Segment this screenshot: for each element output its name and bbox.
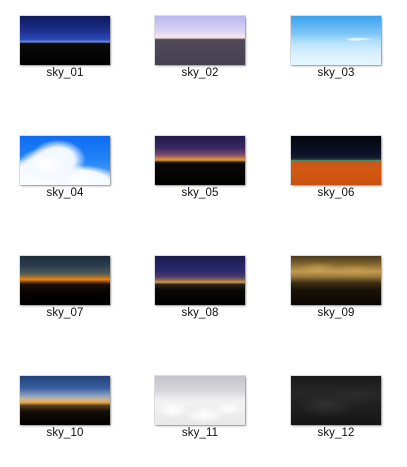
file-name-label: sky_05 [181,187,219,199]
file-item-sky-02[interactable]: sky_02 [139,0,251,106]
file-item-sky-08[interactable]: sky_08 [139,240,251,346]
file-name-label: sky_01 [46,67,84,79]
file-name-label: sky_09 [317,307,355,319]
file-name-label: sky_11 [181,427,219,439]
file-item-sky-06[interactable]: sky_06 [275,120,387,226]
file-item-sky-10[interactable]: sky_10 [4,360,116,466]
file-item-sky-09[interactable]: sky_09 [275,240,387,346]
file-item-sky-05[interactable]: sky_05 [139,120,251,226]
sky-11-thumbnail [154,375,246,426]
file-item-sky-04[interactable]: sky_04 [4,120,116,226]
file-name-label: sky_07 [46,307,84,319]
file-name-label: sky_02 [181,67,219,79]
file-name-label: sky_08 [181,307,219,319]
sky-10-thumbnail [19,375,111,426]
sky-08-thumbnail [154,255,246,306]
sky-07-thumbnail [19,255,111,306]
sky-01-thumbnail [19,15,111,66]
sky-09-thumbnail [290,255,382,306]
file-item-sky-03[interactable]: sky_03 [275,0,387,106]
file-name-label: sky_03 [317,67,355,79]
sky-06-thumbnail [290,135,382,186]
file-item-sky-12[interactable]: sky_12 [275,360,387,466]
sky-02-thumbnail [154,15,246,66]
sky-05-thumbnail [154,135,246,186]
sky-03-thumbnail [290,15,382,66]
file-item-sky-01[interactable]: sky_01 [4,0,116,106]
file-item-sky-11[interactable]: sky_11 [139,360,251,466]
file-item-sky-07[interactable]: sky_07 [4,240,116,346]
file-name-label: sky_10 [46,427,84,439]
file-name-label: sky_04 [46,187,84,199]
file-name-label: sky_06 [317,187,355,199]
sky-04-thumbnail [19,135,111,186]
file-name-label: sky_12 [317,427,355,439]
sky-12-thumbnail [290,375,382,426]
